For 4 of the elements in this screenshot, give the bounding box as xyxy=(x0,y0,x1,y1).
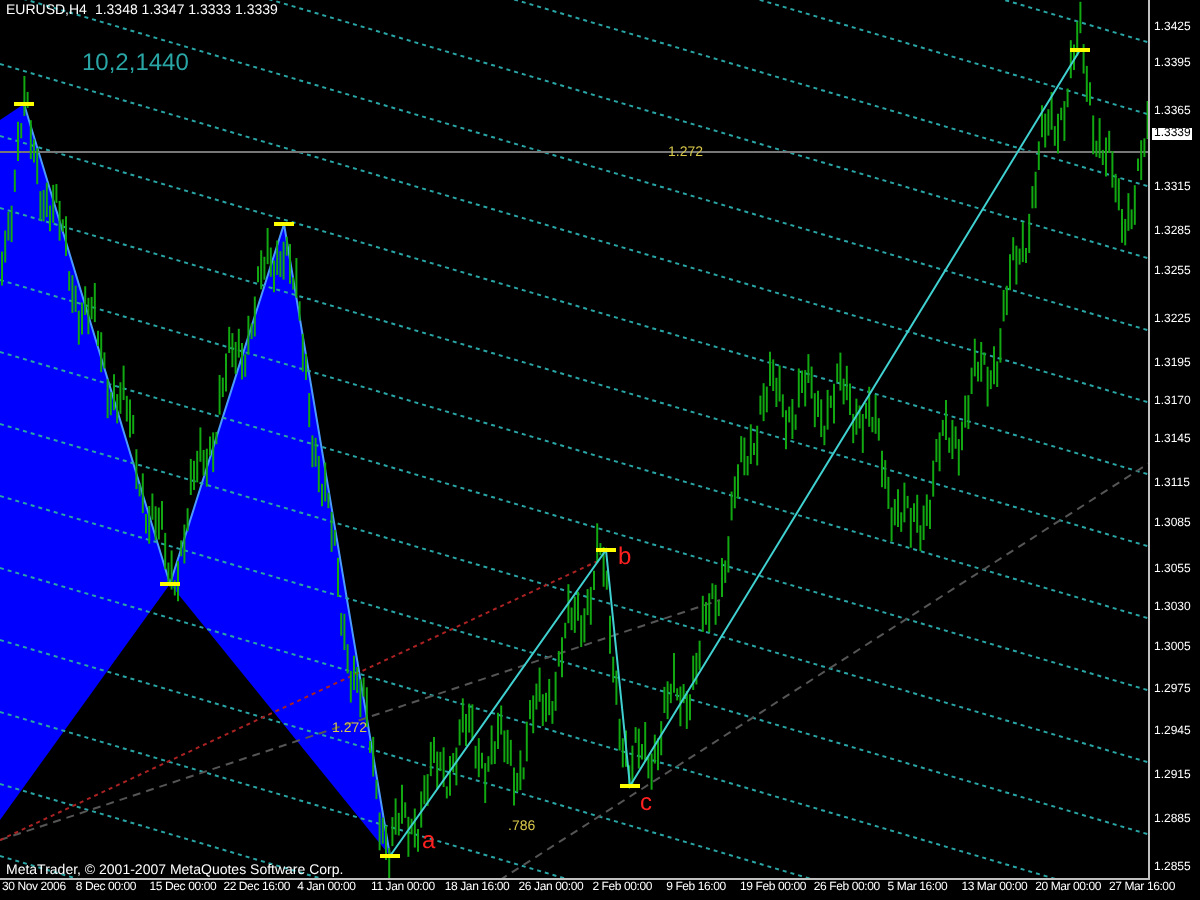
point-label: c xyxy=(640,788,652,816)
indicator-parameters: 10,2,1440 xyxy=(82,50,189,74)
point-label: b xyxy=(618,542,632,570)
point-label: a xyxy=(422,826,436,854)
